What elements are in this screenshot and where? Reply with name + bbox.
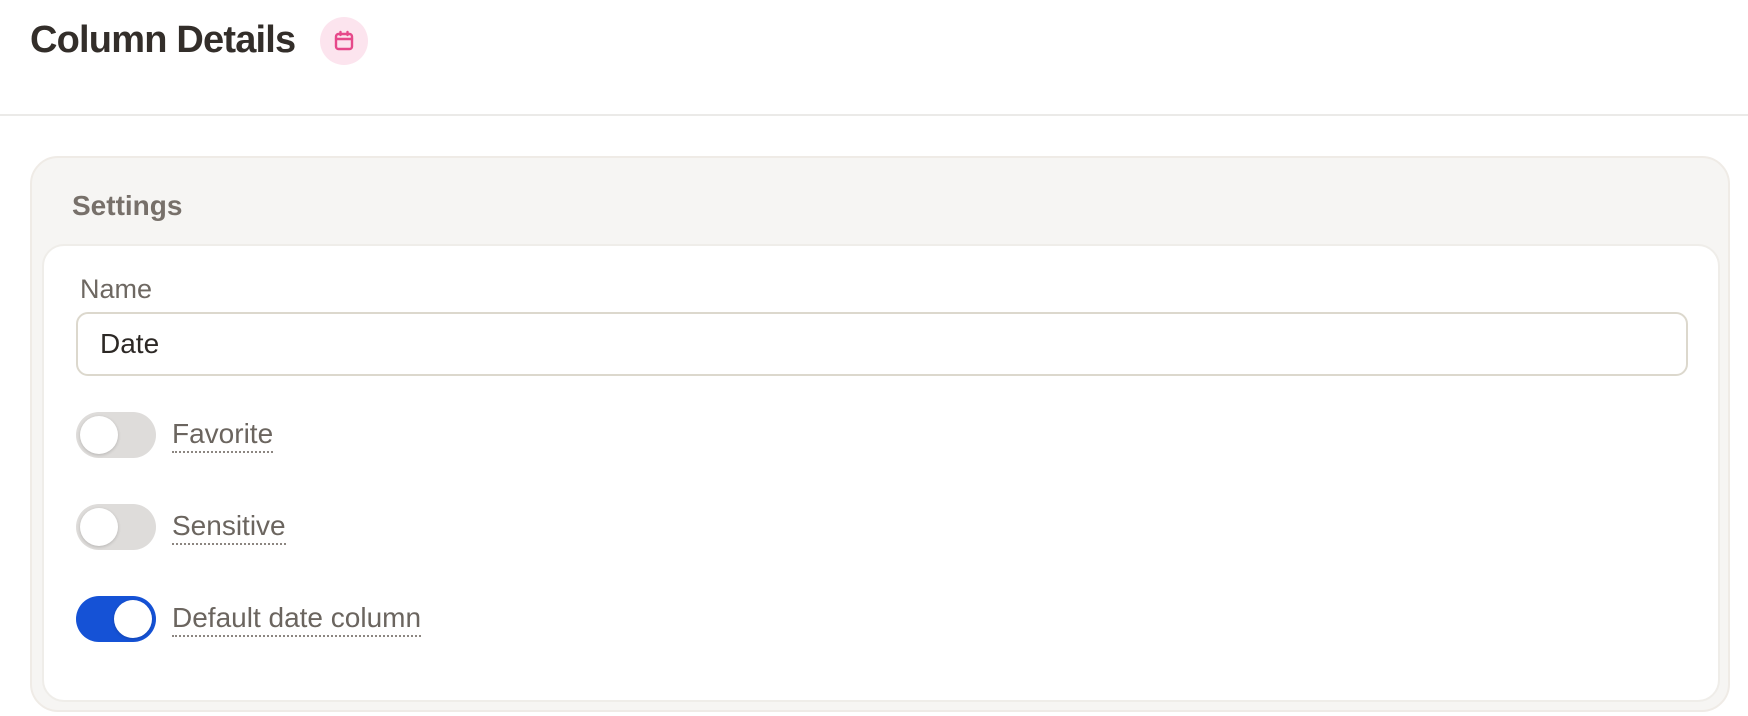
name-label: Name (80, 274, 153, 304)
favorite-label: Favorite (172, 417, 274, 453)
name-input[interactable] (76, 312, 1688, 376)
default-date-column-label: Default date column (172, 601, 422, 637)
toggle-knob (80, 508, 118, 546)
sensitive-toggle[interactable] (76, 504, 156, 550)
default-date-column-toggle[interactable] (76, 596, 156, 642)
toggle-knob (80, 416, 118, 454)
settings-panel: Settings Name Favorite Sensitive Default… (30, 156, 1730, 712)
favorite-toggle-row: Favorite (76, 412, 274, 458)
settings-card: Name Favorite Sensitive Default date col… (42, 244, 1720, 702)
default-date-column-toggle-row: Default date column (76, 596, 422, 642)
calendar-icon (320, 17, 368, 65)
settings-title: Settings (72, 190, 183, 221)
favorite-toggle[interactable] (76, 412, 156, 458)
page-title: Column Details (30, 19, 296, 61)
page-header: Column Details (0, 0, 1748, 116)
sensitive-label: Sensitive (172, 509, 286, 545)
toggle-knob (114, 600, 152, 638)
sensitive-toggle-row: Sensitive (76, 504, 286, 550)
